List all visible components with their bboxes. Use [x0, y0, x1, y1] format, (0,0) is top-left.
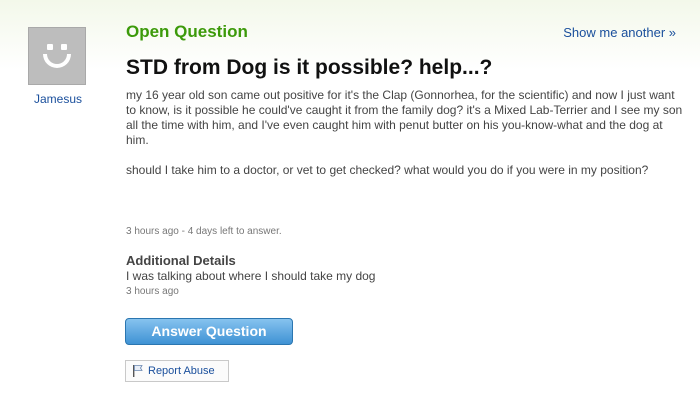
question-paragraph: should I take him to a doctor, or vet to…: [126, 163, 649, 177]
question-page: Jamesus Open Question Show me another » …: [0, 0, 700, 420]
question-title: STD from Dog is it possible? help...?: [126, 56, 493, 79]
avatar-left-eye: [47, 44, 53, 50]
username-link[interactable]: Jamesus: [24, 92, 92, 106]
avatar[interactable]: [28, 27, 86, 85]
report-abuse-label: Report Abuse: [148, 365, 215, 377]
additional-details-heading: Additional Details: [126, 253, 236, 268]
avatar-right-eye: [61, 44, 67, 50]
additional-details-text: I was talking about where I should take …: [126, 269, 376, 283]
answer-question-button[interactable]: Answer Question: [125, 318, 293, 345]
question-paragraph: my 16 year old son came out positive for…: [126, 88, 683, 147]
avatar-mouth: [43, 54, 71, 68]
additional-details-meta: 3 hours ago: [126, 286, 179, 297]
question-meta: 3 hours ago - 4 days left to answer.: [126, 226, 282, 237]
report-abuse-button[interactable]: Report Abuse: [125, 360, 229, 382]
flag-icon: [133, 365, 143, 377]
show-another-link[interactable]: Show me another »: [563, 25, 676, 40]
question-status-label: Open Question: [126, 22, 248, 41]
question-body: my 16 year old son came out positive for…: [126, 88, 686, 193]
